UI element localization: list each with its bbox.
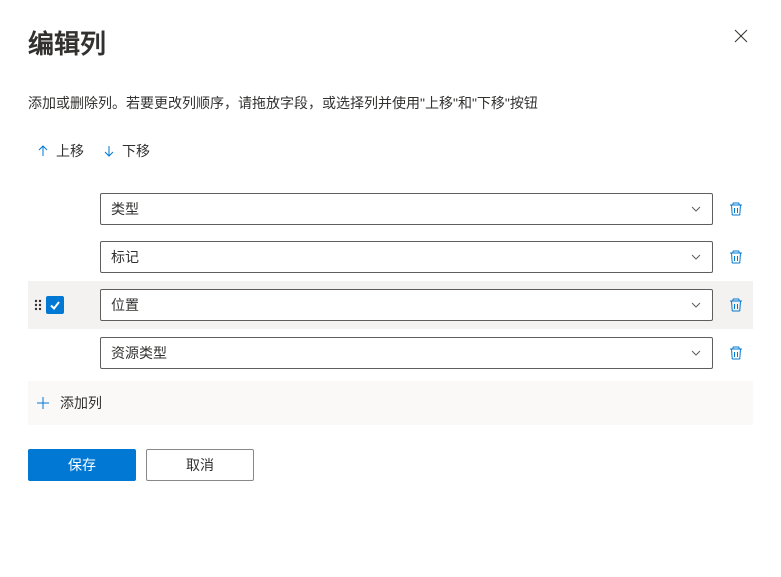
move-up-label: 上移	[56, 141, 84, 161]
arrow-down-icon	[102, 144, 116, 158]
column-value: 资源类型	[111, 343, 167, 363]
column-row: 类型	[28, 185, 753, 233]
column-row: 位置	[28, 281, 753, 329]
add-column-button[interactable]: 添加列	[28, 381, 753, 425]
page-title: 编辑列	[28, 24, 106, 61]
plus-icon	[36, 396, 50, 410]
chevron-down-icon	[690, 251, 702, 263]
column-dropdown[interactable]: 标记	[100, 241, 713, 273]
grip-icon	[34, 298, 42, 312]
column-dropdown[interactable]: 资源类型	[100, 337, 713, 369]
arrow-up-icon	[36, 144, 50, 158]
cancel-button[interactable]: 取消	[146, 449, 254, 481]
delete-column-button[interactable]	[721, 297, 751, 313]
delete-column-button[interactable]	[721, 345, 751, 361]
column-list: 类型 标记	[28, 185, 753, 425]
trash-icon	[728, 249, 744, 265]
move-down-button[interactable]: 下移	[102, 141, 150, 161]
column-value: 标记	[111, 247, 139, 267]
close-icon	[733, 28, 749, 44]
column-row: 资源类型	[28, 329, 753, 377]
column-row: 标记	[28, 233, 753, 281]
chevron-down-icon	[690, 203, 702, 215]
drag-handle[interactable]	[34, 298, 42, 312]
delete-column-button[interactable]	[721, 249, 751, 265]
chevron-down-icon	[690, 347, 702, 359]
delete-column-button[interactable]	[721, 201, 751, 217]
move-up-button[interactable]: 上移	[36, 141, 84, 161]
trash-icon	[728, 297, 744, 313]
trash-icon	[728, 201, 744, 217]
description-text: 添加或删除列。若要更改列顺序，请拖放字段，或选择列并使用"上移"和"下移"按钮	[28, 93, 753, 113]
column-dropdown[interactable]: 类型	[100, 193, 713, 225]
add-column-label: 添加列	[60, 393, 102, 413]
move-down-label: 下移	[122, 141, 150, 161]
column-dropdown[interactable]: 位置	[100, 289, 713, 321]
close-button[interactable]	[729, 24, 753, 48]
row-checkbox[interactable]	[46, 296, 64, 314]
column-value: 类型	[111, 199, 139, 219]
chevron-down-icon	[690, 299, 702, 311]
save-button[interactable]: 保存	[28, 449, 136, 481]
trash-icon	[728, 345, 744, 361]
checkmark-icon	[49, 299, 61, 311]
column-value: 位置	[111, 295, 139, 315]
